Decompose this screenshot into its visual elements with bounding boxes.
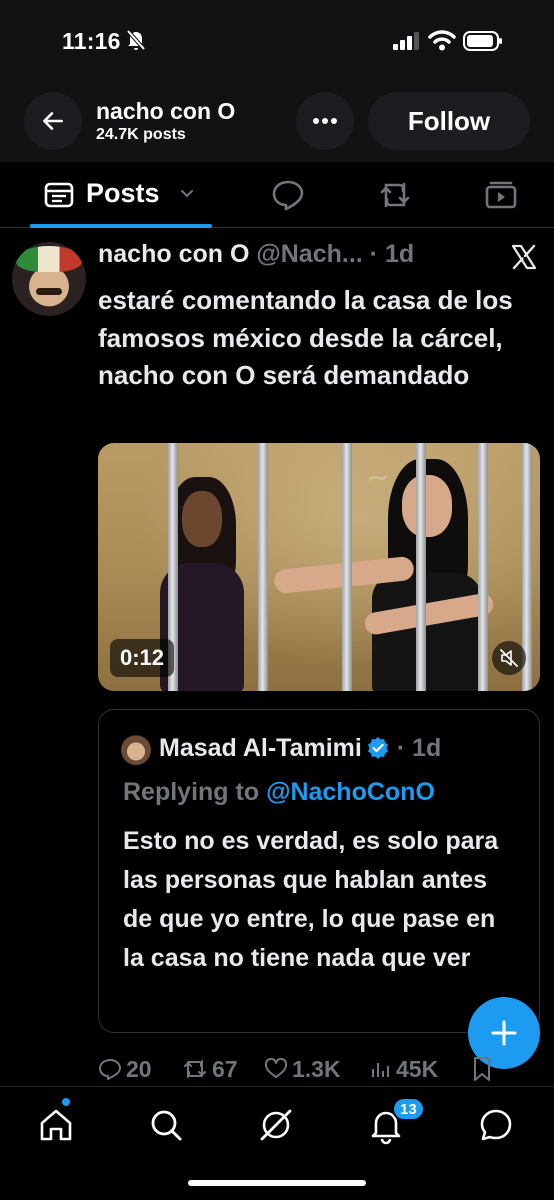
- status-time: 11:16: [62, 28, 121, 54]
- reply-icon: [99, 1059, 121, 1080]
- post-text: estaré comentando la casa de los famosos…: [98, 285, 513, 390]
- notifications-badge: 13: [392, 1097, 425, 1121]
- reposts-tab-icon[interactable]: [378, 179, 412, 211]
- like-count: 1.3K: [292, 1055, 341, 1082]
- jail-bar: [478, 443, 488, 691]
- ellipsis-icon: [313, 118, 337, 124]
- mute-button[interactable]: [492, 641, 526, 675]
- post-actions: 20 67 1.3K 45K: [98, 1052, 508, 1086]
- quoted-post-header: Masad Al-Tamimi · 1d: [159, 734, 441, 763]
- verified-badge-icon: [367, 737, 388, 759]
- avatar-mustache: [36, 288, 62, 295]
- views-action[interactable]: 45K: [370, 1052, 438, 1086]
- home-unread-dot: [62, 1098, 70, 1106]
- profile-tabs: Posts: [0, 162, 554, 228]
- home-icon[interactable]: [36, 1105, 76, 1145]
- back-button[interactable]: [24, 92, 82, 150]
- active-tab-indicator: [30, 224, 212, 228]
- posts-tab-icon: [44, 182, 74, 208]
- plus-icon: [491, 1020, 517, 1046]
- repost-action[interactable]: 67: [182, 1052, 238, 1086]
- quoted-author-avatar: [121, 735, 151, 765]
- follow-button[interactable]: Follow: [368, 92, 530, 150]
- messages-icon[interactable]: [476, 1105, 516, 1145]
- like-action[interactable]: 1.3K: [264, 1052, 341, 1086]
- author-avatar[interactable]: [12, 242, 86, 316]
- cellular-signal-icon: [393, 32, 419, 50]
- quoted-post[interactable]: Masad Al-Tamimi · 1d Replying to @NachoC…: [98, 709, 540, 1033]
- repost-icon: [184, 1060, 206, 1078]
- quoted-post-time: · 1d: [396, 734, 442, 762]
- replies-tab-icon[interactable]: [271, 179, 305, 211]
- jail-bar: [342, 443, 352, 691]
- home-indicator: [188, 1180, 366, 1186]
- video-person-right: [268, 453, 528, 691]
- replying-mention[interactable]: @NachoConO: [266, 778, 435, 806]
- post-header: nacho con O @Nach... · 1d: [98, 240, 414, 269]
- jail-bar: [258, 443, 268, 691]
- reply-action[interactable]: 20: [98, 1052, 152, 1086]
- profile-header: nacho con O 24.7K posts Follow: [0, 84, 554, 162]
- repost-count: 67: [212, 1055, 238, 1082]
- bookmark-icon[interactable]: [472, 1056, 492, 1082]
- speaker-muted-icon: [500, 649, 518, 667]
- tab-posts-label: Posts: [86, 178, 160, 208]
- more-options-button[interactable]: [296, 92, 354, 150]
- quoted-post-text: Esto no es verdad, es solo para las pers…: [123, 827, 499, 972]
- replying-prefix: Replying to: [123, 778, 267, 806]
- author-name[interactable]: nacho con O: [98, 240, 249, 268]
- tab-posts[interactable]: Posts: [30, 162, 212, 228]
- video-duration: 0:12: [110, 639, 175, 677]
- search-icon[interactable]: [146, 1105, 186, 1145]
- post-time: · 1d: [369, 240, 415, 268]
- replying-to: Replying to @NachoConO: [123, 778, 435, 807]
- bell-off-icon: [126, 29, 146, 51]
- wifi-icon: [428, 30, 456, 51]
- reply-count: 20: [126, 1055, 152, 1082]
- jail-bar: [416, 443, 426, 691]
- chevron-down-icon: [181, 190, 193, 198]
- arrow-left-icon: [43, 112, 63, 130]
- quoted-author-name: Masad Al-Tamimi: [159, 734, 362, 762]
- heart-icon: [264, 1057, 288, 1078]
- media-tab-icon[interactable]: [484, 179, 518, 211]
- x-logo-icon: [511, 244, 537, 270]
- battery-icon: [463, 31, 502, 51]
- status-bar: 11:16: [0, 0, 554, 84]
- avatar-sombrero: [16, 246, 82, 272]
- profile-name: nacho con O: [96, 98, 236, 124]
- views-chart-icon: [372, 1063, 389, 1077]
- views-count: 45K: [396, 1055, 439, 1082]
- author-handle[interactable]: @Nach...: [256, 240, 362, 268]
- profile-posts-count: 24.7K posts: [96, 126, 186, 143]
- grok-icon[interactable]: [256, 1105, 296, 1145]
- post-video[interactable]: ~ ∿ ≈ 0:12: [98, 443, 540, 691]
